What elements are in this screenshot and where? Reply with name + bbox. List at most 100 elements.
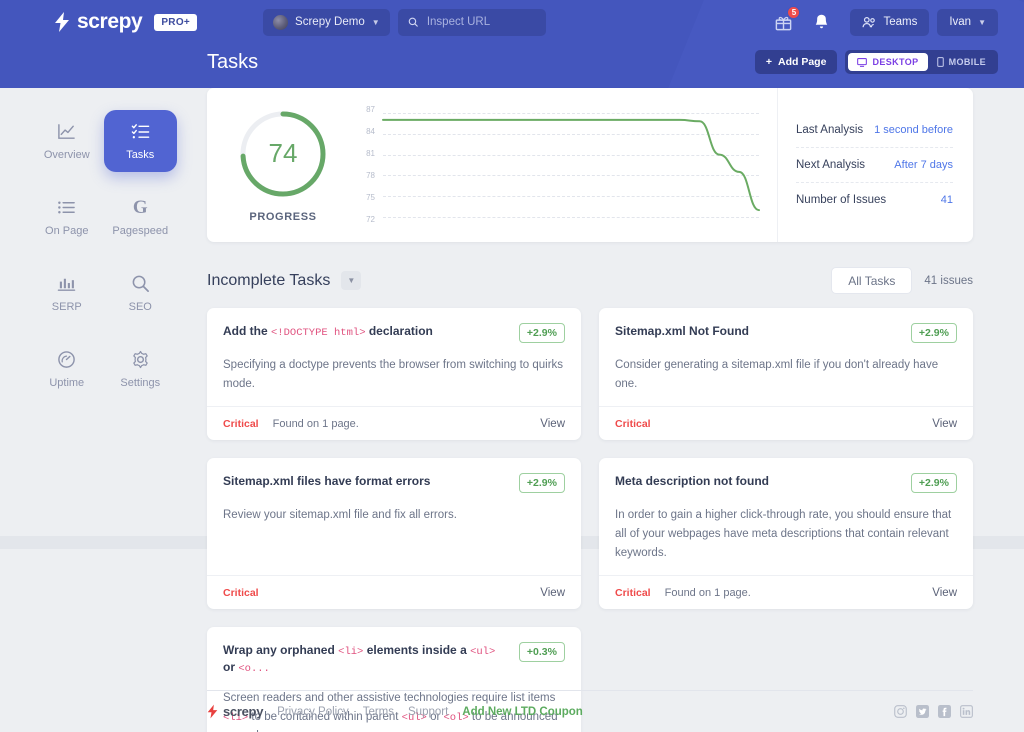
task-impact-badge: +2.9% xyxy=(518,473,565,494)
view-link[interactable]: View xyxy=(540,587,565,599)
progress-value: 74 xyxy=(268,138,298,168)
footer-logo[interactable]: screpy xyxy=(207,704,263,719)
task-card[interactable]: Sitemap.xml files have format errors +2.9… xyxy=(207,458,581,610)
view-link[interactable]: View xyxy=(540,418,565,430)
all-tasks-button[interactable]: All Tasks xyxy=(831,267,913,294)
twitter-icon[interactable] xyxy=(916,705,929,718)
info-key: Last Analysis xyxy=(796,124,864,136)
status-badge: Critical xyxy=(615,586,651,599)
google-g-icon: G xyxy=(132,197,148,218)
task-impact-badge: +2.9% xyxy=(518,323,565,343)
notifications-button[interactable] xyxy=(810,11,832,33)
plus-icon: + xyxy=(765,56,772,68)
info-value: 41 xyxy=(940,194,953,206)
sidebar-item-tasks[interactable]: Tasks xyxy=(103,110,177,172)
task-description: Specifying a doctype prevents the browse… xyxy=(223,359,564,390)
sidebar-item-uptime[interactable]: Uptime xyxy=(30,338,104,400)
task-impact-badge: +0.3% xyxy=(518,642,565,663)
chart-y-tick: 75 xyxy=(366,193,375,202)
brand-name: screpy xyxy=(77,10,143,33)
task-title: Meta description not found xyxy=(615,474,769,489)
task-title: Add the <!DOCTYPE html> declaration xyxy=(223,324,433,339)
brand-logo[interactable]: screpy PRO+ xyxy=(54,10,198,34)
teams-button[interactable]: Teams xyxy=(850,8,930,36)
chevron-down-icon: ▼ xyxy=(978,17,986,27)
sidebar-item-on-page[interactable]: On Page xyxy=(30,186,104,248)
status-badge: Critical xyxy=(223,417,259,430)
user-name-label: Ivan xyxy=(949,16,972,28)
task-title: Wrap any orphaned <li> elements inside a… xyxy=(223,643,496,676)
chart-line-series xyxy=(383,106,759,224)
search-icon xyxy=(408,17,418,27)
site-selector[interactable]: Screpy Demo ▼ xyxy=(263,8,390,36)
add-page-label: Add Page xyxy=(778,56,827,68)
task-card-footer: Critical Found on 1 page. View xyxy=(599,575,973,609)
view-link[interactable]: View xyxy=(932,587,957,599)
desktop-label: DESKTOP xyxy=(872,57,919,67)
lightning-bolt-icon xyxy=(55,12,69,32)
task-description: Consider generating a sitemap.xml file i… xyxy=(615,359,939,390)
instagram-icon[interactable] xyxy=(894,705,907,718)
sidebar-item-label: Pagespeed xyxy=(112,224,169,237)
gauge-icon xyxy=(57,350,77,370)
task-impact-badge: +2.9% xyxy=(910,323,957,343)
sidebar-item-label: Tasks xyxy=(126,148,155,161)
progress-label: PROGRESS xyxy=(249,210,317,223)
chart-y-tick: 78 xyxy=(366,171,375,180)
tasks-section-title: Incomplete Tasks xyxy=(207,271,331,289)
footer-link-ltd-coupon[interactable]: Add New LTD Coupon xyxy=(462,706,583,718)
sidebar-item-label: SEO xyxy=(128,300,152,313)
task-title: Sitemap.xml Not Found xyxy=(615,324,750,338)
page-title: Tasks xyxy=(207,50,259,73)
task-card-body: Sitemap.xml Not Found +2.9% Consider gener… xyxy=(599,308,973,406)
tab-desktop[interactable]: DESKTOP xyxy=(848,53,928,71)
task-description: Review your sitemap.xml file and fix all… xyxy=(223,509,457,522)
header-top-row: screpy PRO+ Screpy Demo ▼ Inspect URL 5 … xyxy=(0,0,1024,44)
chart-plot-area xyxy=(383,106,759,224)
chart-y-tick: 84 xyxy=(366,127,375,136)
footer-link-support[interactable]: Support xyxy=(408,706,448,718)
sidebar-item-overview[interactable]: Overview xyxy=(30,110,104,172)
sidebar-item-settings[interactable]: Settings xyxy=(104,338,178,400)
task-card-footer: Critical Found on 1 page. View xyxy=(207,406,581,440)
task-card[interactable]: Sitemap.xml Not Found +2.9% Consider gener… xyxy=(599,308,973,441)
sidebar-item-label: On Page xyxy=(45,224,89,237)
task-card-body: Add the <!DOCTYPE html> declaration +2.9%… xyxy=(207,308,581,406)
summary-card: 74 PROGRESS 87 84 81 78 75 72 Last Analysis 1… xyxy=(207,88,973,242)
task-card[interactable]: Add the <!DOCTYPE html> declaration +2.9%… xyxy=(207,308,581,441)
linkedin-icon[interactable] xyxy=(960,705,973,718)
list-icon xyxy=(57,198,77,218)
tab-mobile[interactable]: MOBILE xyxy=(928,53,995,71)
sidebar-item-seo[interactable]: SEO xyxy=(104,262,178,324)
info-key: Next Analysis xyxy=(796,159,866,171)
chevron-down-icon: ▼ xyxy=(371,17,380,27)
analysis-info-panel: Last Analysis 1 second before Next Analy… xyxy=(777,88,973,242)
sidebar-item-label: Uptime xyxy=(49,376,85,389)
tasks-filter-dropdown[interactable]: ▼ xyxy=(341,271,362,290)
search-input[interactable] xyxy=(426,16,536,28)
add-page-button[interactable]: + Add Page xyxy=(754,50,838,74)
app-root: screpy PRO+ Screpy Demo ▼ Inspect URL 5 … xyxy=(0,0,1024,732)
sidebar-item-pagespeed[interactable]: G Pagespeed xyxy=(104,186,178,248)
top-header: screpy PRO+ Screpy Demo ▼ Inspect URL 5 … xyxy=(0,0,1024,88)
footer: screpy Privacy Policy Terms Support Add … xyxy=(207,690,1024,732)
footer-link-terms[interactable]: Terms xyxy=(363,706,394,718)
magnifier-icon xyxy=(130,274,150,294)
chevron-down-icon: ▼ xyxy=(347,276,356,285)
inspect-url-field[interactable] xyxy=(397,8,546,36)
desktop-icon xyxy=(857,57,868,67)
sidebar-item-serp[interactable]: SERP xyxy=(30,262,104,324)
gifts-button[interactable]: 5 xyxy=(772,6,801,33)
user-menu[interactable]: Ivan ▼ xyxy=(937,8,998,36)
view-link[interactable]: View xyxy=(932,418,957,430)
task-card[interactable]: Meta description not found +2.9% In order … xyxy=(599,458,973,610)
sidebar: Overview Tasks On Page G Pagespeed SERP … xyxy=(0,88,207,732)
facebook-icon[interactable] xyxy=(938,705,951,718)
bar-chart-icon xyxy=(57,274,77,294)
chart-y-tick: 81 xyxy=(366,149,375,158)
footer-link-privacy[interactable]: Privacy Policy xyxy=(277,706,349,718)
progress-gauge: 74 xyxy=(237,108,329,200)
info-value: After 7 days xyxy=(894,159,953,171)
gear-icon xyxy=(130,350,150,370)
status-badge: Critical xyxy=(615,417,651,430)
